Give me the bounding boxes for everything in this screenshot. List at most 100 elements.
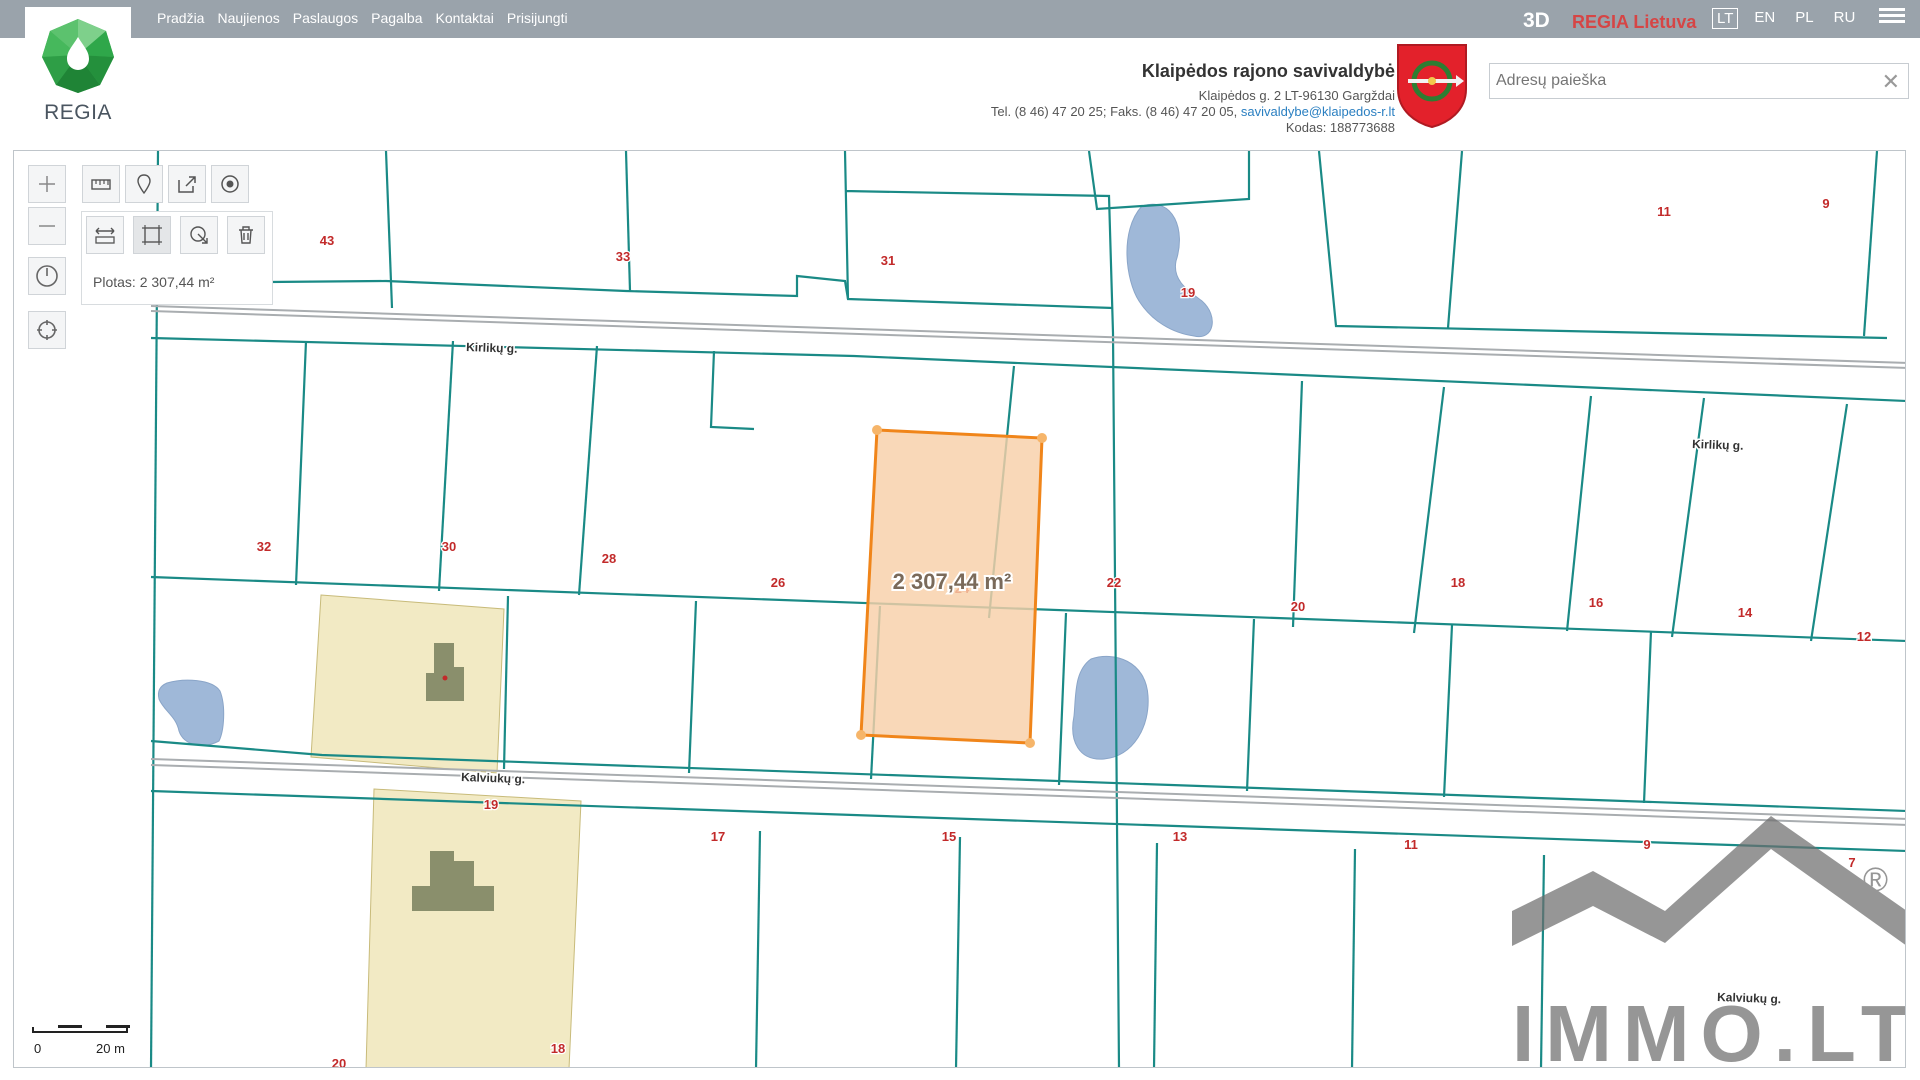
nav-pradzia[interactable]: Pradžia bbox=[157, 10, 204, 26]
target-icon bbox=[221, 175, 239, 193]
language-switcher: LT EN PL RU bbox=[1712, 8, 1859, 29]
vertex-handle[interactable] bbox=[872, 425, 882, 435]
address-point bbox=[442, 675, 448, 681]
measured-area-label: 2 307,44 m² bbox=[893, 569, 1012, 594]
municipality-phone: Tel. (8 46) 47 20 25; Faks. (8 46) 47 20… bbox=[990, 104, 1241, 119]
distance-icon bbox=[95, 227, 115, 244]
vertex-handle[interactable] bbox=[856, 730, 866, 740]
zoom-out-button[interactable] bbox=[28, 207, 66, 245]
parcel-number: 32 bbox=[257, 539, 271, 554]
nav-prisijungti[interactable]: Prisijungti bbox=[507, 10, 568, 26]
building-zone bbox=[365, 788, 582, 1067]
street-label: Kalviukų g. bbox=[461, 770, 525, 786]
trash-icon bbox=[239, 226, 253, 244]
parcel-number: 18 bbox=[1451, 575, 1465, 590]
parcel-number: 9 bbox=[1822, 196, 1829, 211]
parcel-number: 12 bbox=[1857, 629, 1871, 644]
nav-pagalba[interactable]: Pagalba bbox=[371, 10, 422, 26]
municipality-address: Klaipėdos g. 2 LT-96130 Gargždai bbox=[1198, 88, 1395, 103]
cadastral-map[interactable]: Kirlikų g. Kirlikų g. Kalviukų g. Kalviu… bbox=[14, 151, 1906, 1068]
area-readout: Plotas: 2 307,44 m² bbox=[93, 274, 215, 290]
scale-bar-graphic bbox=[32, 1025, 130, 1033]
parcel-number: 13 bbox=[1173, 829, 1187, 844]
parcel-number: 16 bbox=[1589, 595, 1603, 610]
radius-pointer-icon bbox=[190, 226, 208, 244]
plus-icon bbox=[39, 176, 55, 192]
parcel-number: 14 bbox=[1738, 605, 1753, 620]
building-zone bbox=[310, 594, 505, 774]
parcel-number: 19 bbox=[1181, 285, 1195, 300]
measure-panel bbox=[81, 211, 273, 305]
marker-tool-button[interactable] bbox=[125, 165, 163, 203]
parcel-number: 19 bbox=[484, 797, 498, 812]
nav-kontaktai[interactable]: Kontaktai bbox=[436, 10, 494, 26]
minus-icon bbox=[39, 225, 55, 227]
building-zones bbox=[310, 594, 582, 1067]
parcel-number: 30 bbox=[442, 539, 456, 554]
parcel-number: 31 bbox=[881, 253, 895, 268]
main-nav: Pradžia Naujienos Paslaugos Pagalba Kont… bbox=[157, 10, 568, 26]
parcel-number: 26 bbox=[771, 575, 785, 590]
nav-paslaugos[interactable]: Paslaugos bbox=[293, 10, 358, 26]
vertex-handle[interactable] bbox=[1025, 738, 1035, 748]
3d-button[interactable]: 3D bbox=[1523, 9, 1550, 33]
map-view[interactable]: Kirlikų g. Kirlikų g. Kalviukų g. Kalviu… bbox=[13, 150, 1906, 1068]
zoom-in-button[interactable] bbox=[28, 165, 66, 203]
municipality-code: Kodas: 188773688 bbox=[1285, 120, 1395, 135]
municipality-info: Klaipėdos rajono savivaldybė Klaipėdos g… bbox=[991, 60, 1395, 136]
coat-of-arms-icon bbox=[1397, 44, 1467, 129]
lang-pl[interactable]: PL bbox=[1791, 8, 1817, 29]
measure-tool-button[interactable] bbox=[82, 165, 120, 203]
parcel-number: 20 bbox=[332, 1056, 346, 1068]
pond bbox=[1126, 203, 1213, 338]
area-icon bbox=[142, 225, 162, 245]
address-search-input[interactable] bbox=[1490, 64, 1870, 98]
vertex-handle[interactable] bbox=[1037, 433, 1047, 443]
crosshair-icon bbox=[37, 320, 57, 340]
compass-icon bbox=[36, 265, 58, 287]
scale-label-start: 0 bbox=[34, 1041, 42, 1056]
municipality-title: Klaipėdos rajono savivaldybė bbox=[1141, 61, 1395, 81]
parcel-number: 11 bbox=[1657, 204, 1671, 219]
nav-naujienos[interactable]: Naujienos bbox=[217, 10, 279, 26]
lang-lt[interactable]: LT bbox=[1712, 8, 1739, 29]
watermark-mark: ® bbox=[1863, 861, 1888, 899]
parcel-number: 22 bbox=[1107, 575, 1121, 590]
regia-logo[interactable]: REGIA bbox=[25, 7, 131, 133]
parcel-number: 18 bbox=[551, 1041, 565, 1056]
parcel-number: 9 bbox=[1643, 837, 1650, 852]
ruler-icon bbox=[91, 179, 111, 190]
street-label: Kirlikų g. bbox=[1692, 437, 1744, 453]
measure-area-button[interactable] bbox=[133, 216, 171, 254]
select-point-button[interactable] bbox=[211, 165, 249, 203]
address-search: ✕ bbox=[1489, 63, 1909, 99]
pond bbox=[157, 679, 225, 746]
measure-distance-button[interactable] bbox=[86, 216, 124, 254]
municipality-email-link[interactable]: savivaldybe@klaipedos-r.lt bbox=[1241, 104, 1395, 119]
share-button[interactable] bbox=[168, 165, 206, 203]
lang-ru[interactable]: RU bbox=[1830, 8, 1860, 29]
scale-label-end: 20 m bbox=[96, 1041, 125, 1056]
parcel-number: 17 bbox=[711, 829, 725, 844]
lang-en[interactable]: EN bbox=[1750, 8, 1779, 29]
parcel-number: 15 bbox=[942, 829, 956, 844]
parcel-number: 33 bbox=[616, 249, 630, 264]
measure-radius-button[interactable] bbox=[180, 216, 218, 254]
parcel-number: 28 bbox=[602, 551, 616, 566]
street-label: Kirlikų g. bbox=[466, 340, 518, 356]
measured-parcel[interactable]: 2 307,44 m² bbox=[856, 425, 1047, 748]
regia-logo-icon bbox=[42, 19, 114, 93]
parcel-number: 11 bbox=[1404, 837, 1418, 852]
close-icon[interactable]: ✕ bbox=[1882, 69, 1900, 95]
regia-logo-text: REGIA bbox=[44, 101, 112, 124]
hamburger-menu-icon[interactable] bbox=[1879, 8, 1905, 30]
compass-button[interactable] bbox=[28, 257, 66, 295]
locate-button[interactable] bbox=[28, 311, 66, 349]
watermark-roof bbox=[1512, 816, 1905, 946]
parcel-number: 7 bbox=[1848, 855, 1855, 870]
watermark-text: IMMO.LT bbox=[1512, 989, 1906, 1068]
parcel-number: 43 bbox=[320, 233, 334, 248]
regia-lietuva-link[interactable]: REGIA Lietuva bbox=[1572, 12, 1696, 33]
clear-measure-button[interactable] bbox=[227, 216, 265, 254]
immo-watermark: ® IMMO.LT bbox=[1512, 816, 1906, 1068]
